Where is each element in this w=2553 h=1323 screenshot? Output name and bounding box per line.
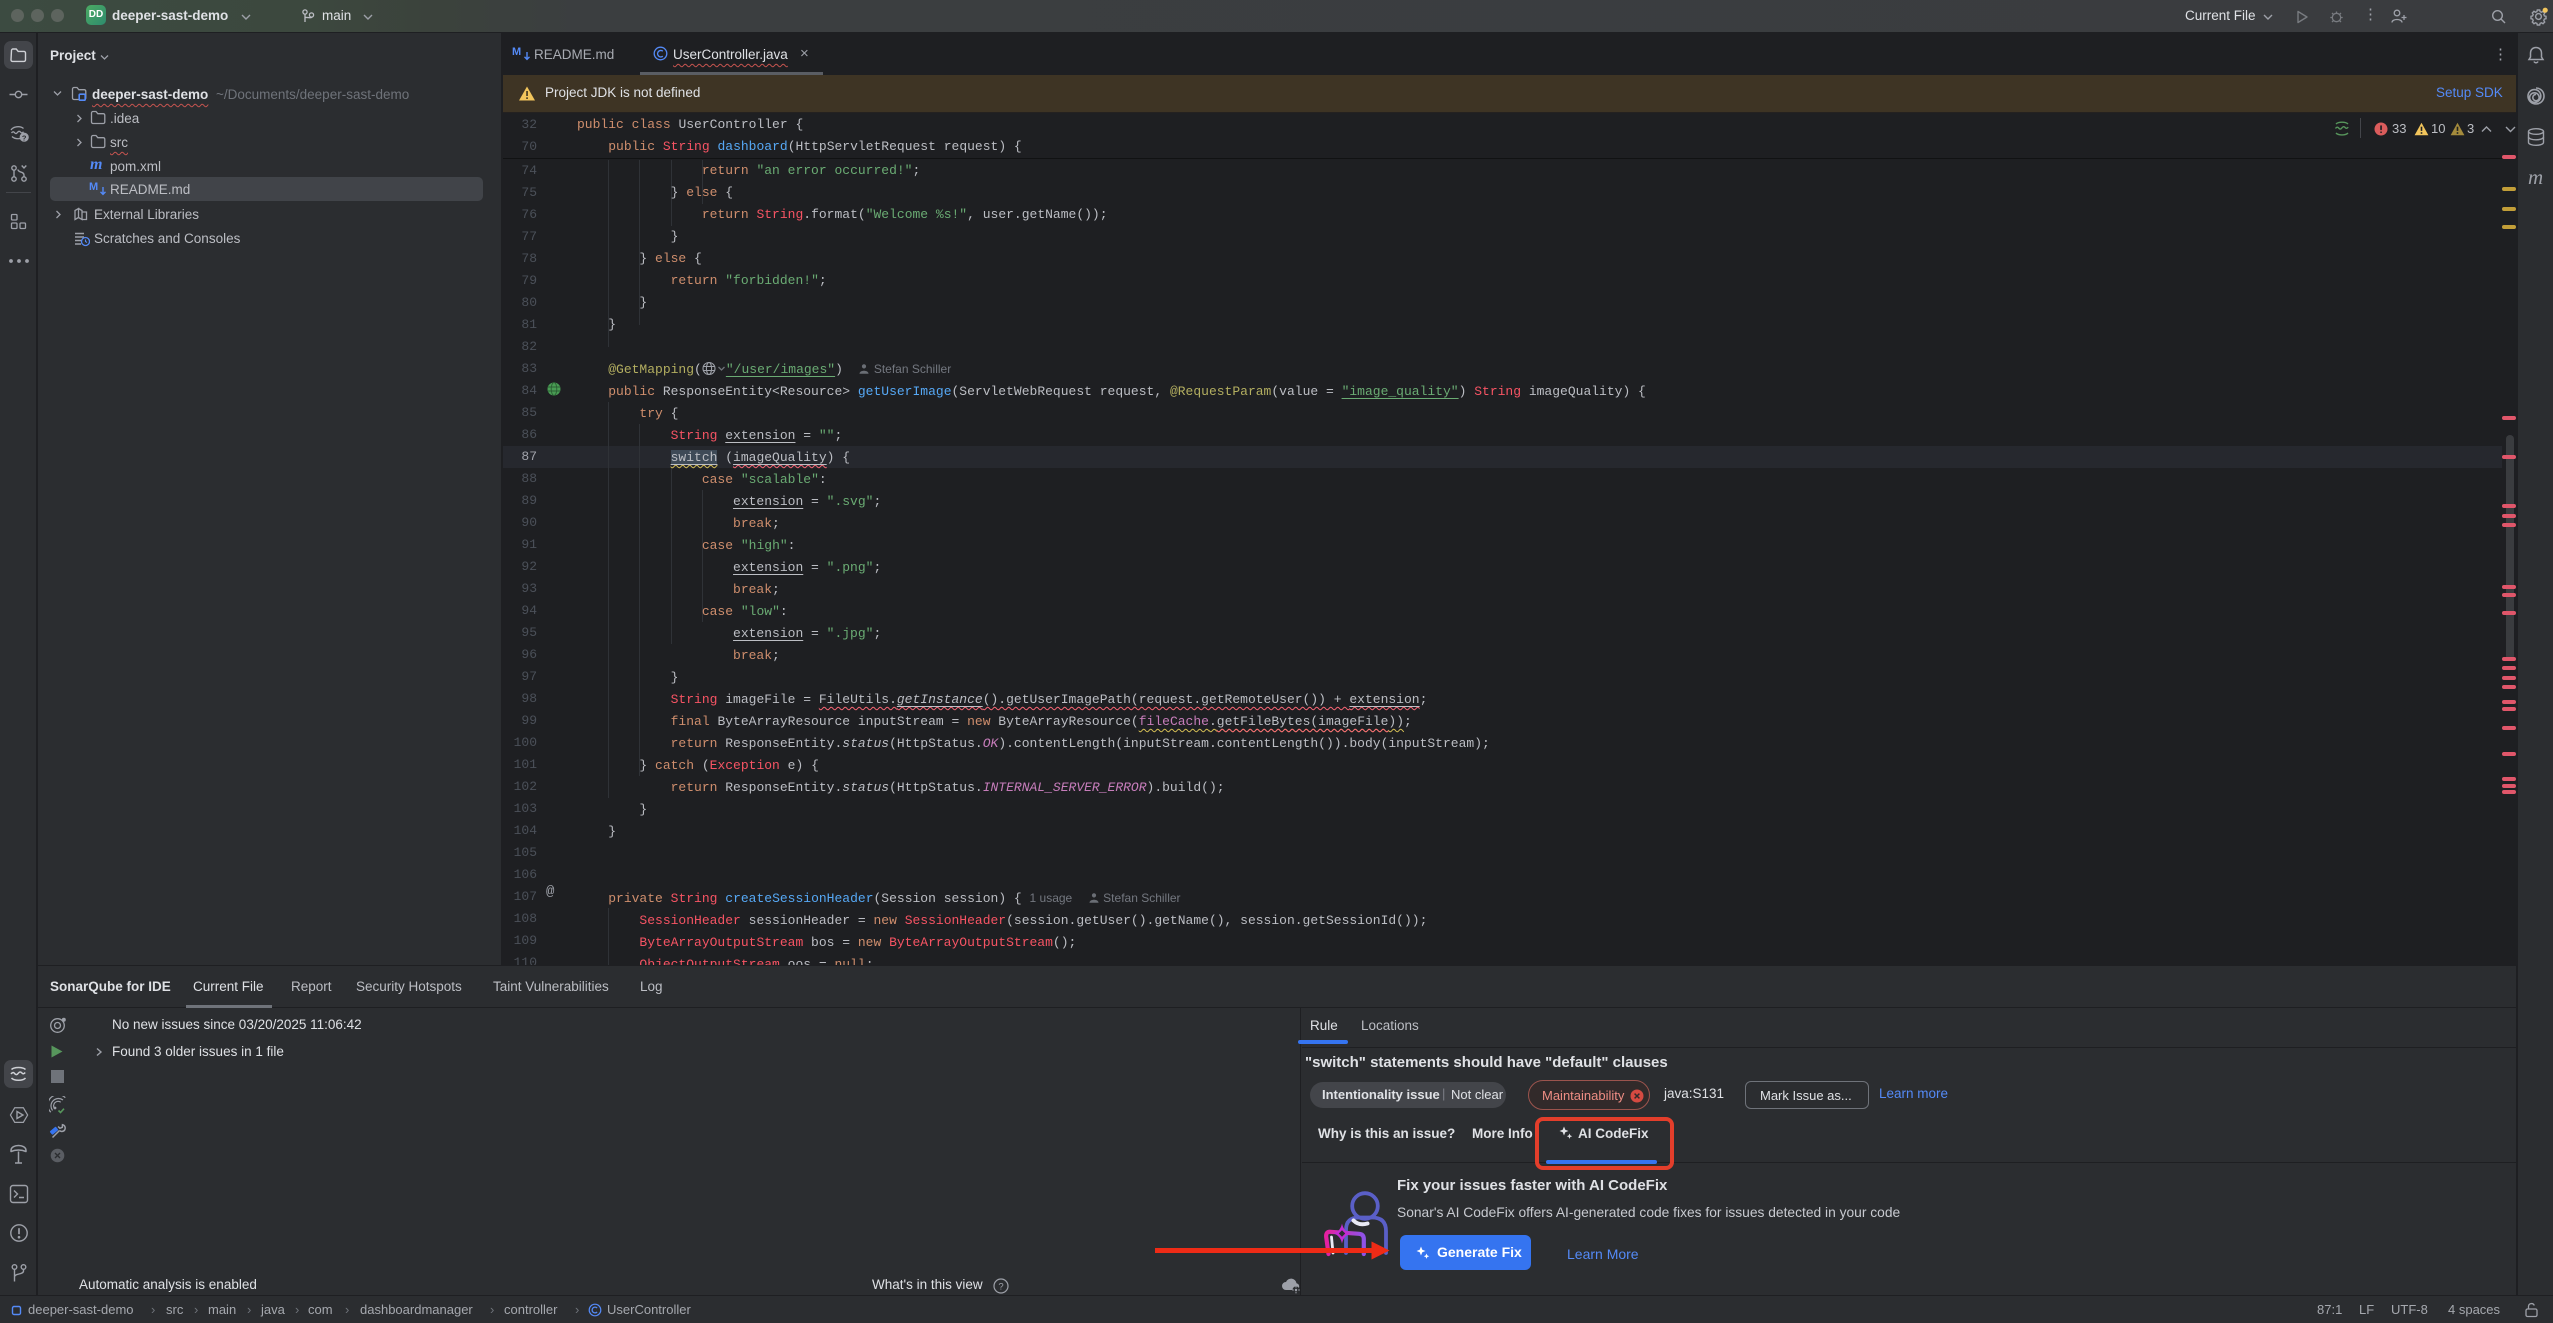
svg-text:?: ? [22,133,27,142]
svg-text:?: ? [998,1282,1003,1293]
